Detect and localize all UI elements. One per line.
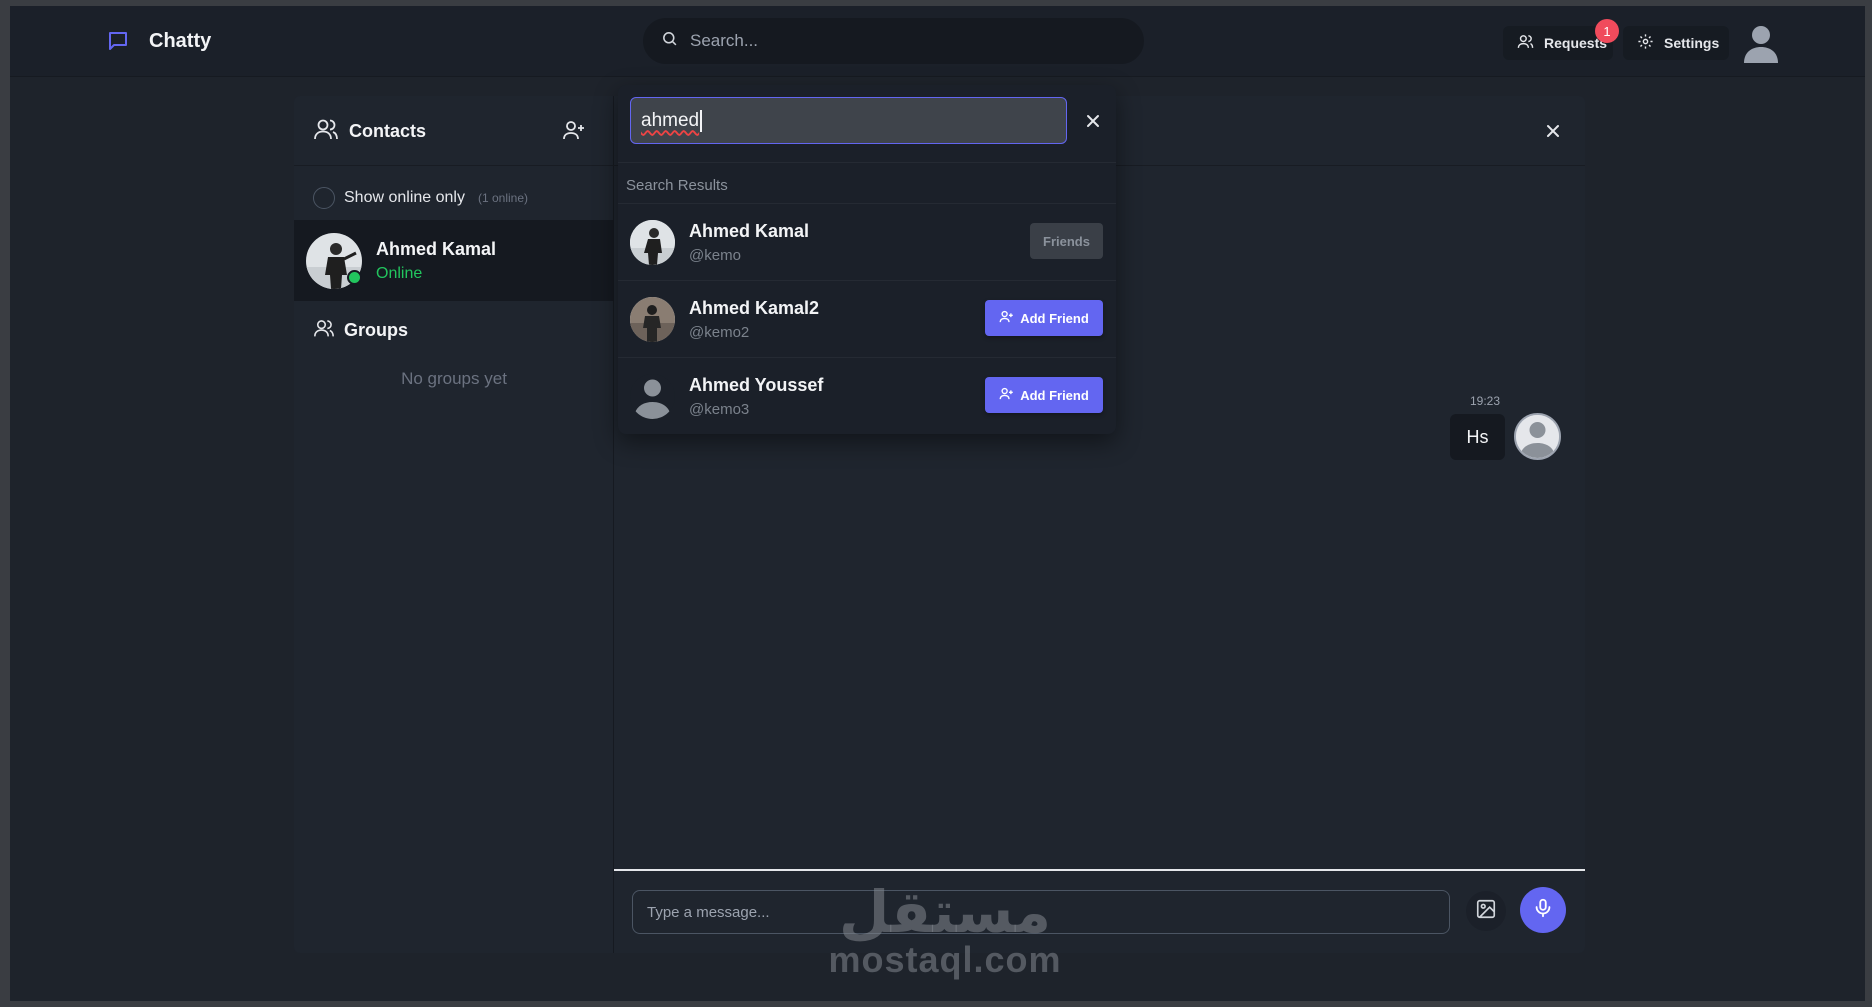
contact-status: Online xyxy=(376,264,423,282)
close-icon xyxy=(1542,125,1564,146)
requests-badge: 1 xyxy=(1595,19,1619,43)
contact-name: Ahmed Kamal xyxy=(376,238,497,259)
navbar: Chatty Search... Requests 1 Settings xyxy=(10,6,1865,77)
contact-item[interactable]: Ahmed Kamal Online xyxy=(294,220,614,301)
divider xyxy=(618,162,1116,163)
text-caret xyxy=(700,109,702,132)
settings-label: Settings xyxy=(1664,35,1720,51)
search-result-row[interactable]: Ahmed Kamal2 @kemo2 Add Friend xyxy=(618,281,1116,358)
contacts-title: Contacts xyxy=(313,117,426,146)
online-filter-checkbox[interactable] xyxy=(313,187,335,209)
search-result-row[interactable]: Ahmed Kamal @kemo Friends xyxy=(618,204,1116,281)
search-results-label: Search Results xyxy=(626,177,728,194)
result-avatar xyxy=(630,296,675,342)
message-time: 19:23 xyxy=(1470,394,1501,408)
attach-image-button[interactable] xyxy=(1466,891,1506,931)
brand-name: Chatty xyxy=(149,29,212,52)
add-friend-button[interactable]: Add Friend xyxy=(985,300,1103,336)
user-avatar[interactable] xyxy=(1741,23,1781,65)
user-search-input[interactable]: ahmed xyxy=(630,97,1067,144)
search-results-popup: ahmed Search Results Ahmed Kamal @kemo F… xyxy=(618,85,1116,434)
users-icon xyxy=(313,117,339,146)
add-contact-button[interactable] xyxy=(562,118,588,144)
online-filter-label: Show online only xyxy=(344,189,465,206)
contacts-title-label: Contacts xyxy=(349,121,427,141)
add-friend-label: Add Friend xyxy=(1020,310,1089,326)
chat-bubble-icon xyxy=(105,28,131,54)
groups-title: Groups xyxy=(313,318,408,343)
result-avatar xyxy=(630,374,675,419)
search-placeholder: Search... xyxy=(690,31,759,50)
online-filter[interactable]: Show online only (1 online) xyxy=(313,187,528,209)
settings-button[interactable]: Settings xyxy=(1623,26,1729,60)
online-indicator xyxy=(347,270,362,285)
user-plus-icon xyxy=(562,121,586,146)
message-bubble: Hs xyxy=(1450,414,1505,460)
result-name: Ahmed Kamal2 xyxy=(689,297,820,318)
brand[interactable]: Chatty xyxy=(105,28,211,54)
user-plus-icon xyxy=(999,309,1014,327)
friends-status-button: Friends xyxy=(1030,223,1103,259)
image-icon xyxy=(1475,898,1497,925)
global-search-input[interactable]: Search... xyxy=(643,18,1144,64)
message-composer: Type a message... xyxy=(614,869,1585,953)
add-friend-button[interactable]: Add Friend xyxy=(985,377,1103,413)
app-window: Chatty Search... Requests 1 Settings Con… xyxy=(10,6,1865,1001)
result-username: @kemo3 xyxy=(689,401,750,418)
close-chat-button[interactable] xyxy=(1542,120,1564,142)
user-plus-icon xyxy=(999,386,1014,404)
search-query: ahmed xyxy=(641,109,700,131)
result-avatar xyxy=(630,219,675,265)
groups-title-label: Groups xyxy=(344,320,409,340)
search-icon xyxy=(661,30,678,52)
sidebar-header: Contacts xyxy=(294,96,614,166)
microphone-icon xyxy=(1532,897,1554,924)
watermark-arabic: مستقل xyxy=(838,878,1052,946)
result-username: @kemo2 xyxy=(689,323,750,341)
contacts-sidebar: Contacts Show online only (1 online) Ahm… xyxy=(294,96,614,953)
result-name: Ahmed Youssef xyxy=(689,375,824,395)
close-icon xyxy=(1082,115,1104,136)
result-username: @kemo xyxy=(689,246,741,264)
watermark-latin: mostaql.com xyxy=(828,939,1062,980)
online-count: (1 online) xyxy=(477,191,528,205)
users-icon xyxy=(1517,33,1534,53)
gear-icon xyxy=(1637,33,1654,53)
watermark: مستقل mostaql.com xyxy=(825,882,1065,978)
search-result-row[interactable]: Ahmed Youssef @kemo3 Add Friend xyxy=(618,358,1116,434)
voice-record-button[interactable] xyxy=(1520,887,1566,933)
groups-empty-state: No groups yet xyxy=(401,369,507,388)
users-icon xyxy=(313,318,335,343)
close-search-button[interactable] xyxy=(1082,110,1104,132)
result-name: Ahmed Kamal xyxy=(689,220,810,241)
add-friend-label: Add Friend xyxy=(1020,387,1089,403)
message-avatar xyxy=(1514,413,1561,460)
